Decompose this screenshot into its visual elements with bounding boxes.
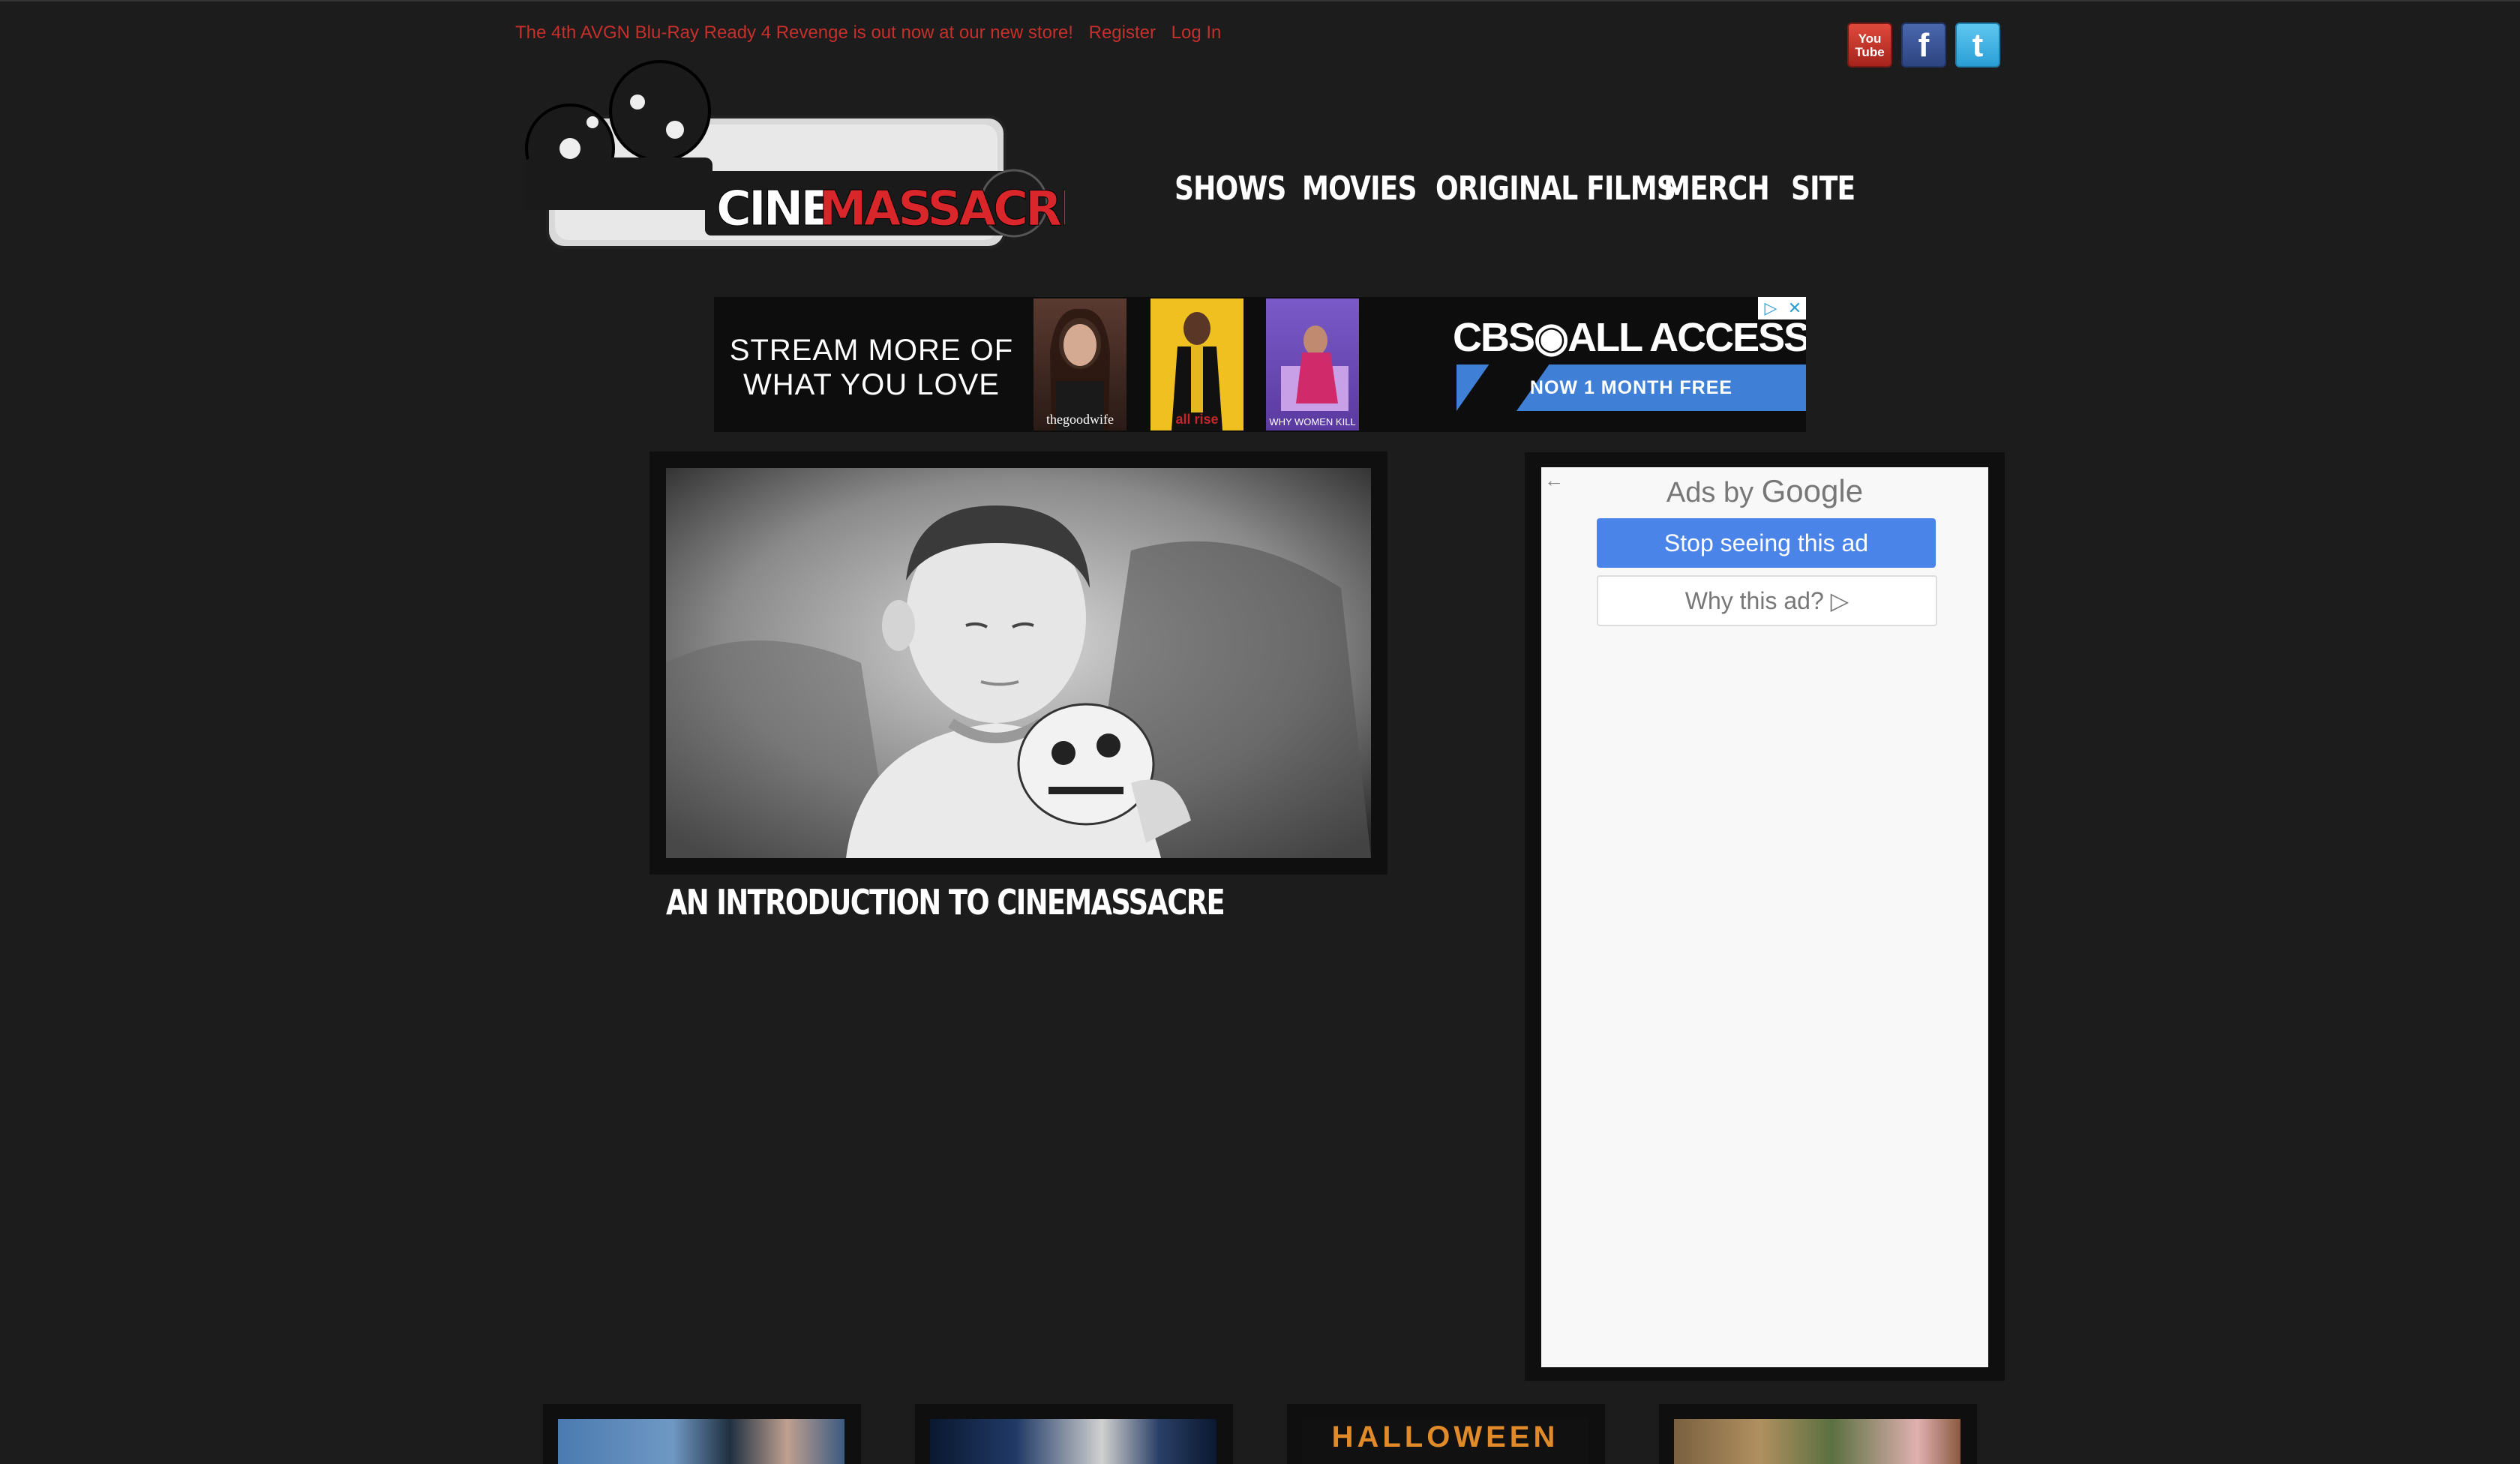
thumbnail-image: HALLOWEEN — [1302, 1419, 1588, 1464]
ad-choices[interactable]: ▷ ✕ — [1758, 297, 1806, 320]
featured-title[interactable]: AN INTRODUCTION TO CINEMASSACRE — [666, 882, 1226, 922]
video-thumbnail[interactable] — [915, 1404, 1233, 1464]
cbs-brand: CBS◉ALL ACCESS — [1453, 315, 1806, 360]
ads-by-label: Ads by — [1666, 477, 1754, 508]
nav-site[interactable]: SITE — [1791, 170, 1856, 208]
thumbnail-image — [930, 1419, 1216, 1464]
side-ad: ← Ads by Google Stop seeing this ad Why … — [1525, 452, 2005, 1381]
poster-why-women-kill: WHY WOMEN KILL — [1266, 298, 1359, 430]
twitter-glyph: t — [1972, 27, 1984, 64]
featured-thumbnail[interactable] — [666, 468, 1371, 858]
why-this-ad-button[interactable]: Why this ad? ▷ — [1597, 575, 1937, 626]
video-thumbnail[interactable] — [543, 1404, 861, 1464]
banner-ad[interactable]: STREAM MORE OF WHAT YOU LOVE thegoodwife… — [714, 297, 1806, 432]
register-link[interactable]: Register — [1089, 22, 1156, 43]
stop-seeing-ad-button[interactable]: Stop seeing this ad — [1597, 518, 1936, 568]
poster-caption: WHY WOMEN KILL — [1269, 416, 1356, 428]
facebook-glyph: f — [1918, 27, 1930, 64]
cbs-cta[interactable]: NOW 1 MONTH FREE — [1456, 364, 1806, 411]
featured-video[interactable] — [650, 452, 1388, 874]
top-border — [0, 0, 2520, 2]
adchoices-icon[interactable]: ▷ — [1760, 297, 1782, 320]
nav-merch[interactable]: MERCH — [1664, 170, 1770, 208]
google-label: Google — [1761, 473, 1864, 508]
nav-original-films[interactable]: ORIGINAL FILMS — [1436, 170, 1676, 208]
close-icon[interactable]: ✕ — [1784, 297, 1806, 320]
nav-movies[interactable]: MOVIES — [1302, 170, 1417, 208]
announcement-link[interactable]: The 4th AVGN Blu-Ray Ready 4 Revenge is … — [515, 22, 1073, 43]
thumbnail-image — [558, 1419, 844, 1464]
youtube-icon[interactable]: You Tube — [1847, 22, 1892, 68]
poster-good-wife: thegoodwife — [1034, 298, 1126, 430]
thumbnail-image — [1674, 1419, 1960, 1464]
poster-caption: thegoodwife — [1046, 412, 1114, 427]
login-link[interactable]: Log In — [1172, 22, 1222, 43]
banner-headline: STREAM MORE OF WHAT YOU LOVE — [714, 333, 1029, 402]
poster-all-rise: all rise — [1150, 298, 1244, 430]
banner-headline-line1: STREAM MORE OF — [729, 334, 1014, 367]
youtube-label: You Tube — [1855, 32, 1885, 59]
video-thumbnail[interactable]: HALLOWEEN — [1287, 1404, 1605, 1464]
thumbnail-title: HALLOWEEN — [1331, 1420, 1559, 1454]
logo-text-massacre: MASSACRE — [819, 182, 1065, 237]
nav-shows[interactable]: SHOWS — [1174, 170, 1286, 208]
poster-caption: all rise — [1175, 412, 1219, 427]
announcement-bar: The 4th AVGN Blu-Ray Ready 4 Revenge is … — [515, 22, 1232, 44]
facebook-icon[interactable]: f — [1901, 22, 1946, 68]
twitter-icon[interactable]: t — [1955, 22, 2000, 68]
logo-text-cine: CINE — [716, 182, 830, 237]
cbs-cta-label: NOW 1 MONTH FREE — [1529, 377, 1733, 398]
ads-by-google: Ads by Google — [1541, 473, 1988, 509]
banner-headline-line2: WHAT YOU LOVE — [743, 368, 1000, 401]
video-thumbnail[interactable] — [1659, 1404, 1977, 1464]
cinemassacre-logo[interactable]: CINE MASSACRE — [525, 58, 1065, 261]
side-ad-panel: ← Ads by Google Stop seeing this ad Why … — [1541, 467, 1988, 1367]
